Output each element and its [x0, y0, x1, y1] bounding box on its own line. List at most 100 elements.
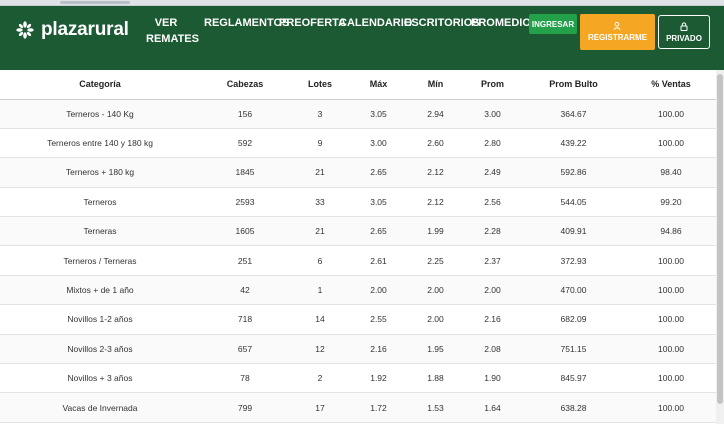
cell-cabezas: 251: [200, 245, 290, 276]
col-header-ventas[interactable]: % Ventas: [626, 70, 716, 100]
nav-calendario[interactable]: CALENDARIO: [339, 15, 412, 31]
registrarme-button[interactable]: REGISTRARME: [580, 14, 655, 50]
cell-prom: 2.16: [464, 304, 521, 335]
cell-min: 1.99: [407, 216, 464, 247]
col-header-min[interactable]: Mín: [407, 70, 464, 100]
cell-ventas: 94.86: [626, 216, 716, 247]
cell-prom-bulto: 638.28: [521, 392, 626, 423]
table-row: Terneros / Terneras 251 6 2.61 2.25 2.37 372.9…: [0, 245, 716, 276]
cell-lotes: 9: [290, 128, 350, 159]
col-header-categoria[interactable]: Categoría: [0, 70, 200, 100]
cell-categoria: Novillos + 3 años: [0, 363, 200, 394]
cell-min: 1.95: [407, 334, 464, 365]
table-row: Terneros - 140 Kg 156 3 3.05 2.94 3.00 364.67 1…: [0, 99, 716, 129]
lock-icon: [680, 21, 688, 31]
cell-lotes: 2: [290, 363, 350, 394]
promedios-table: Categoría Cabezas Lotes Máx Mín Prom Pro…: [0, 70, 716, 423]
cell-ventas: 98.40: [626, 157, 716, 188]
cell-cabezas: 78: [200, 363, 290, 394]
scrollbar-thumb[interactable]: [717, 74, 723, 404]
cell-max: 2.00: [350, 275, 407, 306]
cell-categoria: Terneros / Terneras: [0, 245, 200, 276]
cell-prom-bulto: 470.00: [521, 275, 626, 306]
cell-lotes: 33: [290, 187, 350, 218]
cell-categoria: Novillos 1-2 años: [0, 304, 200, 335]
cell-ventas: 99.20: [626, 187, 716, 218]
cell-ventas: 100.00: [626, 245, 716, 276]
cell-max: 2.61: [350, 245, 407, 276]
cell-max: 3.05: [350, 187, 407, 218]
cell-prom-bulto: 372.93: [521, 245, 626, 276]
cell-min: 2.25: [407, 245, 464, 276]
table-row: Terneras 1605 21 2.65 1.99 2.28 409.91 94.86: [0, 216, 716, 247]
cell-cabezas: 799: [200, 392, 290, 423]
cell-max: 2.65: [350, 157, 407, 188]
cell-prom-bulto: 751.15: [521, 334, 626, 365]
cell-prom: 2.80: [464, 128, 521, 159]
page-scrollbar[interactable]: [716, 70, 724, 424]
cell-max: 1.72: [350, 392, 407, 423]
cell-categoria: Terneros entre 140 y 180 kg: [0, 128, 200, 159]
nav-reglamentos[interactable]: REGLAMENTOS: [204, 15, 289, 31]
registrarme-label: REGISTRARME: [587, 33, 648, 42]
cell-lotes: 17: [290, 392, 350, 423]
cell-prom: 2.37: [464, 245, 521, 276]
nav-escritorios[interactable]: ESCRITORIOS: [404, 15, 480, 31]
cell-max: 2.55: [350, 304, 407, 335]
cell-ventas: 100.00: [626, 275, 716, 306]
cell-lotes: 14: [290, 304, 350, 335]
cell-ventas: 100.00: [626, 304, 716, 335]
cell-min: 2.12: [407, 187, 464, 218]
cell-categoria: Vacas de Invernada: [0, 392, 200, 423]
cell-max: 2.16: [350, 334, 407, 365]
cell-cabezas: 657: [200, 334, 290, 365]
col-header-prom-bulto[interactable]: Prom Bulto: [521, 70, 626, 100]
cell-ventas: 100.00: [626, 99, 716, 129]
cell-categoria: Novillos 2-3 años: [0, 334, 200, 365]
col-header-prom[interactable]: Prom: [464, 70, 521, 100]
nav-preoferta[interactable]: PREOFERTA: [279, 15, 346, 31]
cell-prom-bulto: 364.67: [521, 99, 626, 129]
logo-text: plazarural: [41, 19, 129, 40]
browser-tab[interactable]: [60, 1, 130, 4]
col-header-max[interactable]: Máx: [350, 70, 407, 100]
cell-prom: 3.00: [464, 99, 521, 129]
table-row: Mixtos + de 1 año 42 1 2.00 2.00 2.00 470.00 10…: [0, 275, 716, 306]
cell-categoria: Terneras: [0, 216, 200, 247]
cell-max: 3.00: [350, 128, 407, 159]
table-row: Novillos 2-3 años 657 12 2.16 1.95 2.08 751.15…: [0, 334, 716, 365]
site-navbar: plazarural VER REMATES REGLAMENTOS PREOF…: [0, 6, 724, 70]
cell-ventas: 100.00: [626, 392, 716, 423]
table-row: Terneros + 180 kg 1845 21 2.65 2.12 2.49 592.8…: [0, 157, 716, 188]
ingresar-button[interactable]: INGRESAR: [529, 14, 577, 34]
cell-min: 1.53: [407, 392, 464, 423]
cell-prom-bulto: 544.05: [521, 187, 626, 218]
cell-max: 1.92: [350, 363, 407, 394]
cell-lotes: 21: [290, 157, 350, 188]
cell-ventas: 100.00: [626, 334, 716, 365]
col-header-cabezas[interactable]: Cabezas: [200, 70, 290, 100]
cell-prom: 1.90: [464, 363, 521, 394]
table-row: Novillos 1-2 años 718 14 2.55 2.00 2.16 682.09…: [0, 304, 716, 335]
cell-min: 2.94: [407, 99, 464, 129]
cell-cabezas: 2593: [200, 187, 290, 218]
cell-prom: 2.56: [464, 187, 521, 218]
cell-prom: 1.64: [464, 392, 521, 423]
cell-prom: 2.28: [464, 216, 521, 247]
cell-prom-bulto: 409.91: [521, 216, 626, 247]
cell-cabezas: 1605: [200, 216, 290, 247]
col-header-lotes[interactable]: Lotes: [290, 70, 350, 100]
table-row: Novillos + 3 años 78 2 1.92 1.88 1.90 845.97 10…: [0, 363, 716, 394]
cell-cabezas: 1845: [200, 157, 290, 188]
cell-prom: 2.49: [464, 157, 521, 188]
privado-button[interactable]: PRIVADO: [658, 15, 710, 49]
cell-lotes: 21: [290, 216, 350, 247]
cell-lotes: 1: [290, 275, 350, 306]
promedios-table-container: Categoría Cabezas Lotes Máx Mín Prom Pro…: [0, 70, 716, 424]
privado-label: PRIVADO: [666, 33, 702, 43]
table-body: Terneros - 140 Kg 156 3 3.05 2.94 3.00 364.67 1…: [0, 99, 716, 423]
cell-categoria: Terneros + 180 kg: [0, 157, 200, 188]
cell-categoria: Mixtos + de 1 año: [0, 275, 200, 306]
site-logo[interactable]: plazarural: [16, 18, 129, 42]
nav-ver-remates[interactable]: VER REMATES: [146, 15, 199, 47]
